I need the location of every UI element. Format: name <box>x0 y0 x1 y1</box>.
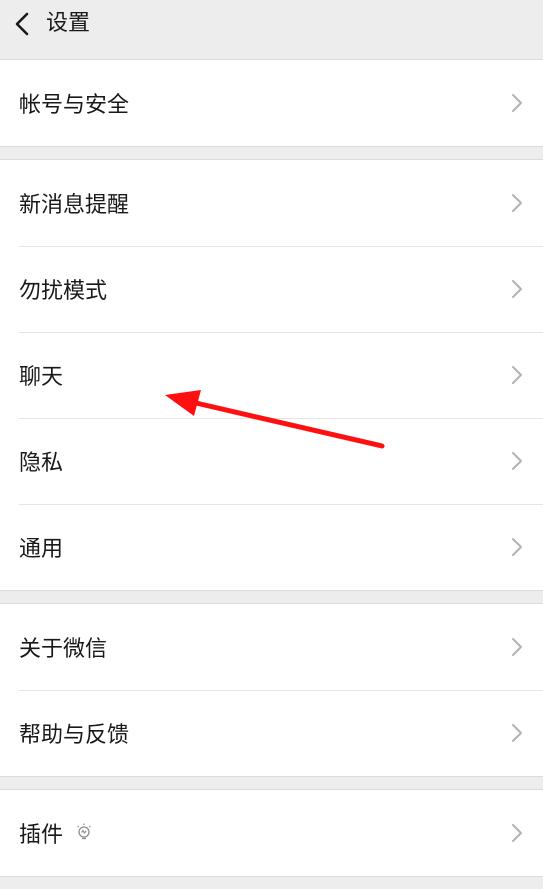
settings-item-account-security[interactable]: 帐号与安全 <box>0 60 543 146</box>
settings-item-label: 通用 <box>19 537 64 562</box>
settings-item-label: 隐私 <box>19 451 64 476</box>
settings-item-general[interactable]: 通用 <box>0 504 543 590</box>
settings-item-label: 新消息提醒 <box>19 193 130 218</box>
chevron-right-icon <box>511 451 523 471</box>
settings-group-plugins: 插件 <box>0 789 543 877</box>
settings-item-label: 聊天 <box>19 365 64 390</box>
settings-item-label: 插件 <box>19 823 64 848</box>
settings-item-label: 帮助与反馈 <box>19 723 130 748</box>
chevron-right-icon <box>511 537 523 557</box>
chevron-right-icon <box>511 279 523 299</box>
settings-item-new-message-notifications[interactable]: 新消息提醒 <box>0 160 543 246</box>
back-button[interactable] <box>2 0 42 47</box>
chevron-right-icon <box>511 823 523 843</box>
chevron-right-icon <box>511 193 523 213</box>
settings-group-account: 帐号与安全 <box>0 59 543 147</box>
settings-item-chat[interactable]: 聊天 <box>0 332 543 418</box>
settings-item-help-feedback[interactable]: 帮助与反馈 <box>0 690 543 776</box>
chevron-right-icon <box>511 723 523 743</box>
chevron-left-icon <box>15 12 29 35</box>
settings-group-about: 关于微信 帮助与反馈 <box>0 603 543 777</box>
chevron-right-icon <box>511 637 523 657</box>
settings-item-label: 帐号与安全 <box>19 93 130 118</box>
lightbulb-icon <box>75 822 93 844</box>
settings-group-main: 新消息提醒 勿扰模式 聊天 隐私 通用 <box>0 159 543 591</box>
chevron-right-icon <box>511 93 523 113</box>
settings-item-about-wechat[interactable]: 关于微信 <box>0 604 543 690</box>
page-title: 设置 <box>46 11 91 36</box>
settings-item-label: 勿扰模式 <box>19 279 108 304</box>
settings-item-label: 关于微信 <box>19 637 108 662</box>
settings-item-plugins[interactable]: 插件 <box>0 790 543 876</box>
settings-item-privacy[interactable]: 隐私 <box>0 418 543 504</box>
settings-item-do-not-disturb[interactable]: 勿扰模式 <box>0 246 543 332</box>
chevron-right-icon <box>511 365 523 385</box>
nav-bar: 设置 <box>0 0 543 47</box>
